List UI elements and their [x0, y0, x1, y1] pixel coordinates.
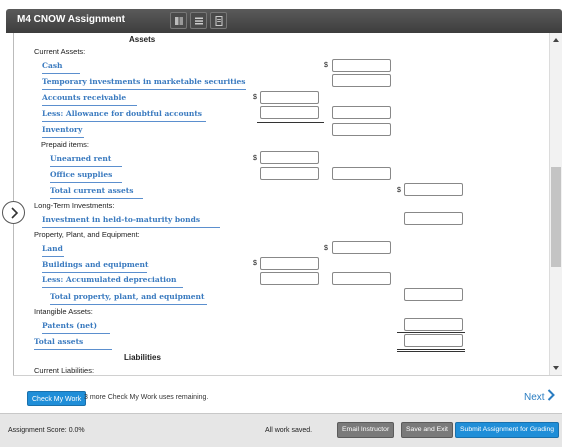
double-rule-bottom [397, 351, 465, 352]
total-assets-input[interactable] [404, 334, 463, 347]
total-assets-label[interactable]: Total assets [34, 337, 112, 350]
accounts-receivable-input[interactable] [260, 91, 319, 104]
patents-label[interactable]: Patents (net) [42, 321, 110, 334]
assignment-score: Assignment Score: 0.0% [8, 427, 85, 434]
subtotal-rule [397, 332, 465, 333]
current-assets-label: Current Assets: [34, 47, 86, 56]
vertical-scrollbar[interactable] [549, 33, 562, 375]
dollar-sign: $ [253, 155, 257, 162]
chevron-right-icon [11, 207, 19, 219]
check-my-work-button[interactable]: Check My Work [27, 391, 87, 406]
long-term-investments-label: Long-Term Investments: [34, 201, 115, 210]
dollar-sign: $ [253, 94, 257, 101]
next-chevron-icon [548, 389, 556, 401]
inventory-label[interactable]: Inventory [42, 125, 84, 138]
unearned-rent-label[interactable]: Unearned rent [50, 154, 122, 167]
scroll-up-arrow-icon[interactable] [553, 38, 559, 42]
cash-label[interactable]: Cash [42, 61, 80, 74]
save-status: All work saved. [265, 427, 313, 434]
current-liabilities-label: Current Liabilities: [34, 366, 95, 375]
office-supplies-label[interactable]: Office supplies [50, 170, 122, 183]
book-icon[interactable] [170, 12, 187, 29]
less-allowance-label[interactable]: Less: Allowance for doubtful accounts [42, 109, 206, 122]
intangible-assets-label: Intangible Assets: [34, 307, 93, 316]
dollar-sign: $ [253, 260, 257, 267]
investment-htm-input[interactable] [404, 212, 463, 225]
assignment-title: M4 CNOW Assignment [17, 14, 125, 25]
liabilities-heading: Liabilities [124, 353, 161, 362]
land-input[interactable] [332, 241, 391, 254]
submit-assignment-button[interactable]: Submit Assignment for Grading [455, 422, 560, 438]
patents-input[interactable] [404, 318, 463, 331]
unearned-rent-input[interactable] [260, 151, 319, 164]
temporary-investments-input[interactable] [332, 74, 391, 87]
total-current-assets-label[interactable]: Total current assets [50, 186, 143, 199]
buildings-equipment-label[interactable]: Buildings and equipment [42, 260, 148, 273]
check-work-bar: Check My Work 3 more Check My Work uses … [13, 375, 562, 412]
less-allowance-input[interactable] [260, 106, 319, 119]
document-icon[interactable] [210, 12, 227, 29]
prepaid-items-label: Prepaid items: [41, 140, 89, 149]
balance-sheet-panel: Assets Current Assets: Cash $ Temporary … [13, 33, 549, 375]
dollar-sign: $ [324, 62, 328, 69]
list-icon[interactable] [190, 12, 207, 29]
email-instructor-button[interactable]: Email Instructor [337, 422, 395, 438]
total-ppe-input[interactable] [404, 288, 463, 301]
net-buildings-input[interactable] [332, 272, 391, 285]
accumulated-depreciation-input[interactable] [260, 272, 319, 285]
next-label: Next [524, 392, 545, 403]
assignment-footer: Assignment Score: 0.0% All work saved. E… [0, 413, 562, 447]
scroll-down-arrow-icon[interactable] [553, 366, 559, 370]
double-rule-top [397, 349, 465, 350]
save-and-exit-button[interactable]: Save and Exit [401, 422, 453, 438]
assets-heading: Assets [129, 35, 156, 44]
ppe-label: Property, Plant, and Equipment: [34, 230, 140, 239]
land-label[interactable]: Land [42, 244, 64, 257]
scrollbar-thumb[interactable] [551, 167, 561, 267]
check-remaining-note: 3 more Check My Work uses remaining. [84, 394, 209, 401]
temporary-investments-label[interactable]: Temporary investments in marketable secu… [42, 77, 246, 90]
subtotal-rule [257, 122, 324, 123]
inventory-input[interactable] [332, 123, 391, 136]
buildings-equipment-input[interactable] [260, 257, 319, 270]
accounts-receivable-label[interactable]: Accounts receivable [42, 93, 137, 106]
expand-nav-button[interactable] [2, 201, 25, 224]
dollar-sign: $ [324, 245, 328, 252]
net-receivables-input[interactable] [332, 106, 391, 119]
investment-htm-label[interactable]: Investment in held-to-maturity bonds [42, 215, 220, 228]
cash-input[interactable] [332, 59, 391, 72]
total-ppe-label[interactable]: Total property, plant, and equipment [50, 292, 207, 305]
office-supplies-input[interactable] [260, 167, 319, 180]
dollar-sign: $ [397, 187, 401, 194]
next-link[interactable]: Next [524, 389, 556, 403]
title-bar: M4 CNOW Assignment [0, 0, 562, 33]
assignment-tab: M4 CNOW Assignment [6, 9, 562, 33]
prepaid-total-input[interactable] [332, 167, 391, 180]
less-accumulated-depreciation-label[interactable]: Less: Accumulated depreciation [42, 275, 183, 288]
total-current-assets-input[interactable] [404, 183, 463, 196]
